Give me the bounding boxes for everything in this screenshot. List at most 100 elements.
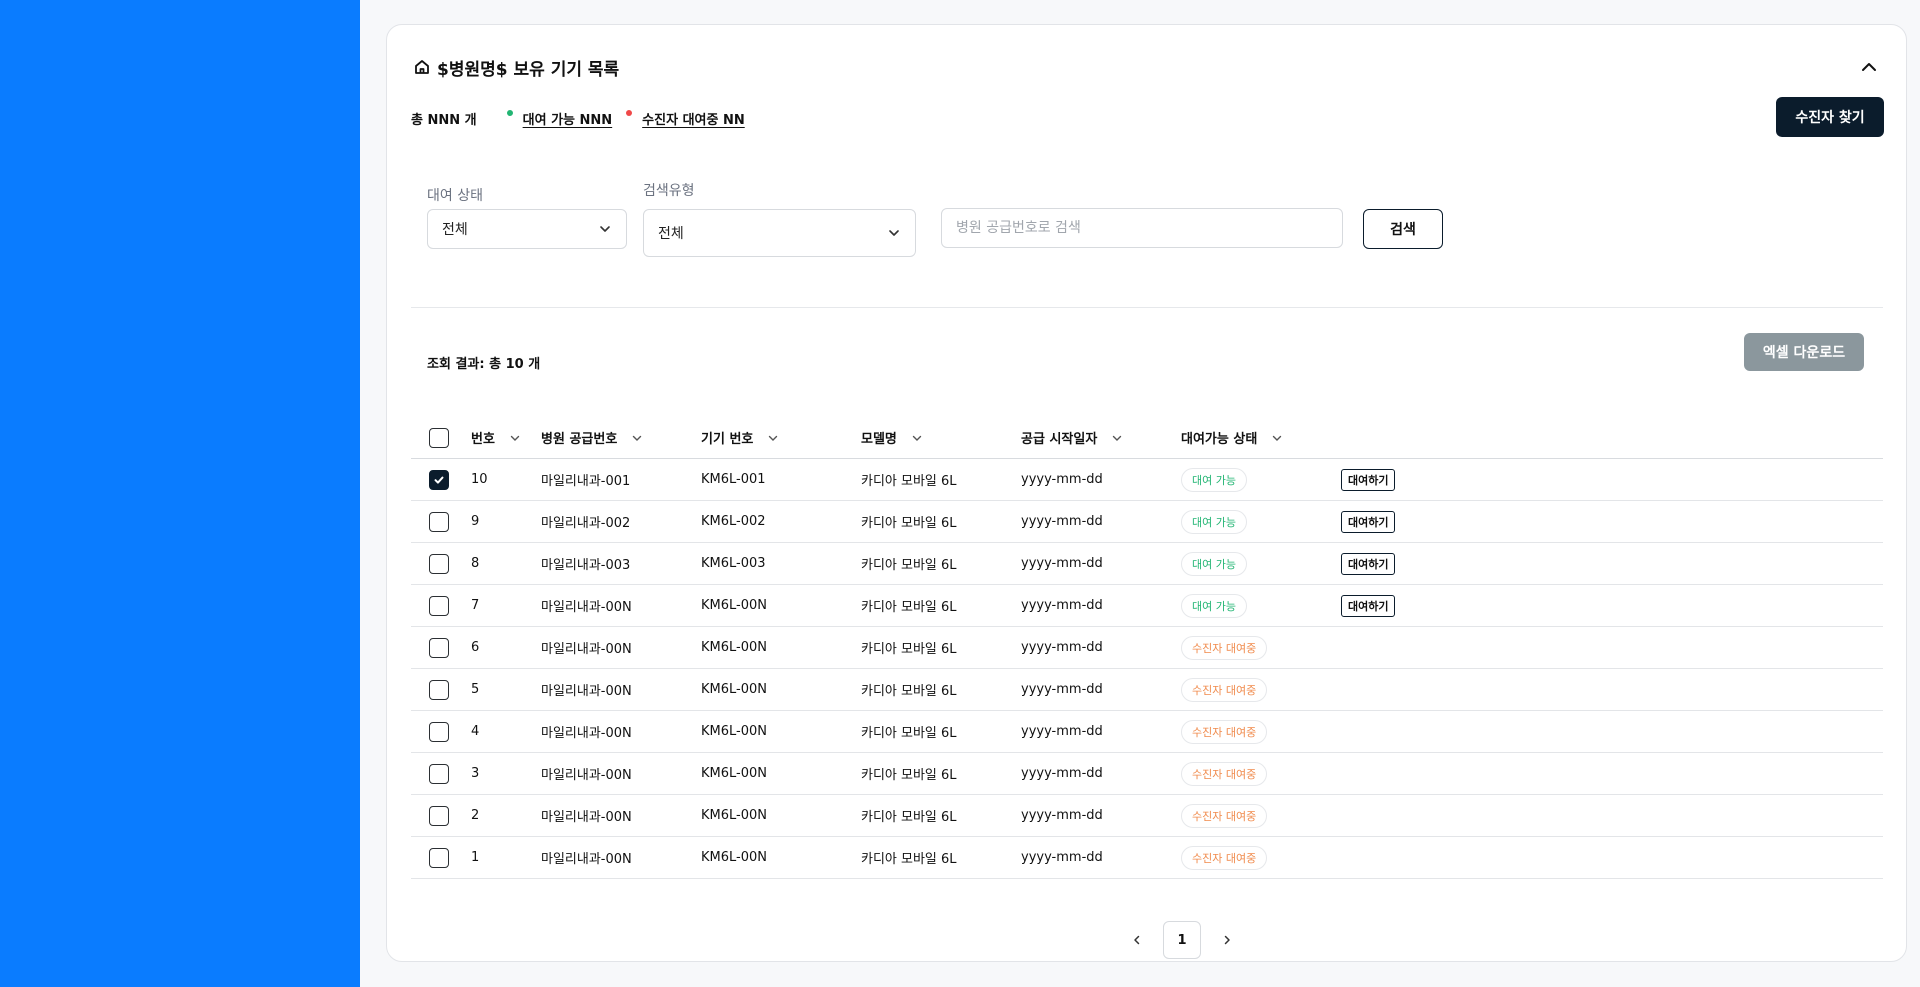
row-checkbox[interactable] [429, 595, 449, 616]
search-input[interactable] [941, 208, 1343, 248]
row-action-cell: 대여하기 [1341, 552, 1461, 575]
row-device-no: KM6L-00N [701, 640, 767, 655]
prev-page-button[interactable] [1127, 930, 1147, 950]
find-patient-button[interactable]: 수진자 찾기 [1776, 97, 1884, 137]
rent-button[interactable]: 대여하기 [1341, 552, 1396, 575]
row-status-cell: 수진자 대여중 [1181, 803, 1341, 828]
column-header-hospital-no[interactable]: 병원 공급번호 [541, 428, 701, 447]
row-date: yyyy-mm-dd [1021, 682, 1103, 697]
rental-status-label: 대여 상태 [427, 188, 483, 204]
rent-button[interactable]: 대여하기 [1341, 510, 1396, 533]
row-status-cell: 대여 가능 [1181, 509, 1341, 534]
search-type-label: 검색유형 [643, 183, 695, 199]
row-model: 카디아 모바일 6L [861, 852, 957, 867]
search-button[interactable]: 검색 [1363, 209, 1443, 249]
row-checkbox[interactable] [429, 553, 449, 574]
row-hospital-no: 마일리내과-00N [541, 810, 632, 825]
search-type-select[interactable]: 전체 [643, 209, 916, 257]
rent-button[interactable]: 대여하기 [1341, 594, 1396, 617]
total-count: 총 NNN 개 [411, 113, 477, 128]
row-no: 8 [471, 556, 480, 571]
row-checkbox[interactable] [429, 679, 449, 700]
sort-chevron-icon [631, 432, 643, 444]
page-number-button[interactable]: 1 [1163, 921, 1201, 959]
row-checkbox[interactable] [429, 847, 449, 868]
rent-button[interactable]: 대여하기 [1341, 468, 1396, 491]
sort-chevron-icon [1271, 432, 1283, 444]
row-checkbox[interactable] [429, 721, 449, 742]
row-action-cell: 대여하기 [1341, 594, 1461, 617]
row-status-cell: 대여 가능 [1181, 593, 1341, 618]
rented-link[interactable]: 수진자 대여중 NN [642, 109, 745, 128]
collapse-button[interactable] [1855, 53, 1883, 81]
row-select-cell [411, 553, 471, 574]
pagination: 1 [1127, 921, 1237, 959]
row-device-no: KM6L-002 [701, 514, 766, 529]
status-badge: 수진자 대여중 [1181, 761, 1268, 786]
column-header-model[interactable]: 모델명 [861, 428, 1021, 447]
row-no: 10 [471, 472, 488, 487]
excel-download-button[interactable]: 엑셀 다운로드 [1744, 333, 1864, 371]
row-device-no: KM6L-003 [701, 556, 766, 571]
row-hospital-no: 마일리내과-00N [541, 684, 632, 699]
table-row: 6 마일리내과-00N KM6L-00N 카디아 모바일 6L yyyy-mm-dd 수진… [411, 627, 1883, 669]
status-badge: 수진자 대여중 [1181, 845, 1268, 870]
divider [411, 307, 1883, 308]
row-date: yyyy-mm-dd [1021, 724, 1103, 739]
sort-chevron-icon [911, 432, 923, 444]
row-checkbox[interactable] [429, 805, 449, 826]
row-no: 6 [471, 640, 480, 655]
row-select-cell [411, 511, 471, 532]
chevron-up-icon [1859, 57, 1879, 77]
row-checkbox[interactable] [429, 763, 449, 784]
row-action-cell: 대여하기 [1341, 468, 1461, 491]
status-badge: 수진자 대여중 [1181, 635, 1268, 660]
rental-status-select[interactable]: 전체 [427, 209, 627, 249]
row-action-cell: 대여하기 [1341, 510, 1461, 533]
table-row: 7 마일리내과-00N KM6L-00N 카디아 모바일 6L yyyy-mm-dd 대여… [411, 585, 1883, 627]
select-all-checkbox[interactable] [429, 427, 449, 448]
chevron-down-icon [598, 222, 612, 236]
status-badge: 수진자 대여중 [1181, 677, 1268, 702]
row-model: 카디아 모바일 6L [861, 768, 957, 783]
row-model: 카디아 모바일 6L [861, 684, 957, 699]
result-count: 조회 결과: 총 10 개 [427, 357, 541, 372]
row-model: 카디아 모바일 6L [861, 726, 957, 741]
row-checkbox[interactable] [429, 637, 449, 658]
column-header-status[interactable]: 대여가능 상태 [1181, 428, 1341, 447]
row-model: 카디아 모바일 6L [861, 516, 957, 531]
row-hospital-no: 마일리내과-00N [541, 726, 632, 741]
column-header-date[interactable]: 공급 시작일자 [1021, 428, 1181, 447]
table-row: 1 마일리내과-00N KM6L-00N 카디아 모바일 6L yyyy-mm-dd 수진… [411, 837, 1883, 879]
column-header-label: 병원 공급번호 [541, 432, 618, 447]
select-all-cell [411, 427, 471, 448]
row-checkbox[interactable] [429, 511, 449, 532]
row-checkbox[interactable] [429, 469, 449, 490]
column-header-label: 모델명 [861, 432, 897, 447]
check-icon [433, 474, 445, 486]
row-date: yyyy-mm-dd [1021, 472, 1103, 487]
row-hospital-no: 마일리내과-00N [541, 600, 632, 615]
next-page-button[interactable] [1217, 930, 1237, 950]
column-header-label: 공급 시작일자 [1021, 432, 1098, 447]
row-select-cell [411, 637, 471, 658]
row-model: 카디아 모바일 6L [861, 600, 957, 615]
table-row: 2 마일리내과-00N KM6L-00N 카디아 모바일 6L yyyy-mm-dd 수진… [411, 795, 1883, 837]
row-model: 카디아 모바일 6L [861, 474, 957, 489]
row-date: yyyy-mm-dd [1021, 640, 1103, 655]
column-header-device-no[interactable]: 기기 번호 [701, 428, 861, 447]
rented-dot [626, 109, 633, 116]
row-hospital-no: 마일리내과-003 [541, 558, 631, 573]
row-status-cell: 수진자 대여중 [1181, 635, 1341, 660]
status-badge: 대여 가능 [1181, 551, 1247, 576]
row-device-no: KM6L-00N [701, 598, 767, 613]
column-header-label: 기기 번호 [701, 432, 754, 447]
column-header-no[interactable]: 번호 [471, 428, 541, 447]
status-badge: 대여 가능 [1181, 509, 1247, 534]
device-table: 번호 병원 공급번호 기기 번호 모델명 공급 시작일자 대여가능 상태 10 … [411, 417, 1883, 879]
available-link[interactable]: 대여 가능 NNN [523, 109, 613, 128]
row-no: 2 [471, 808, 480, 823]
row-select-cell [411, 721, 471, 742]
row-hospital-no: 마일리내과-002 [541, 516, 631, 531]
row-model: 카디아 모바일 6L [861, 810, 957, 825]
